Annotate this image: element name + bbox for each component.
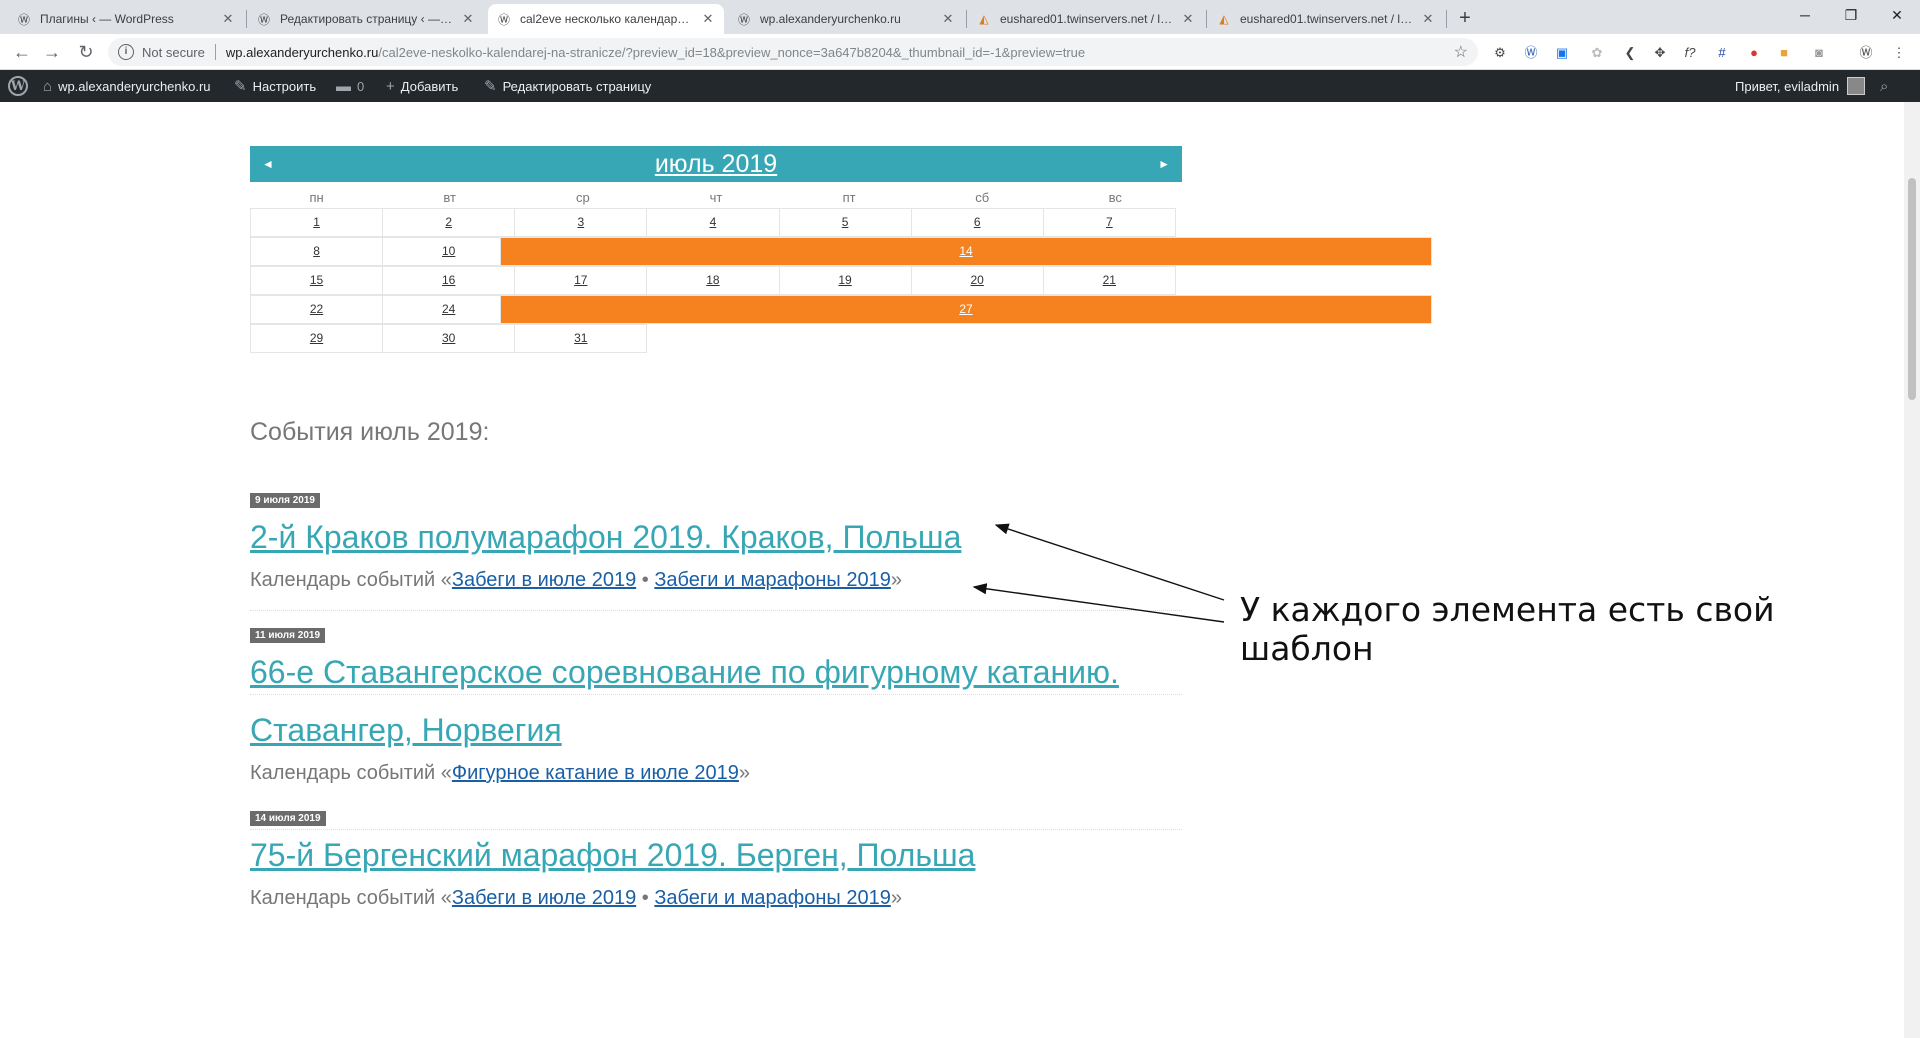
add-new-label: Добавить	[400, 78, 459, 94]
avatar	[1847, 77, 1866, 95]
close-window-icon[interactable]: ✕	[1874, 0, 1920, 30]
new-tab-button[interactable]: +	[1452, 6, 1478, 32]
minimize-icon[interactable]: ─	[1782, 0, 1828, 30]
browser-tab[interactable]: ◭ eushared01.twinservers.net / localhost ✕	[968, 4, 1204, 34]
scrollbar-thumb[interactable]	[1908, 178, 1916, 400]
info-icon[interactable]: i	[118, 44, 134, 60]
wordpress-icon: Ⓦ	[737, 12, 750, 27]
add-new-link[interactable]: + Добавить	[386, 70, 458, 102]
arrow-to-categories	[972, 583, 1225, 623]
wordpress-icon: Ⓦ	[497, 12, 510, 27]
customize-link[interactable]: ✎ Настроить	[234, 70, 316, 102]
address-divider	[214, 44, 216, 60]
maximize-icon[interactable]: ❐	[1828, 0, 1874, 30]
bookmark-star-icon[interactable]: ☆	[1454, 42, 1468, 62]
extension-function-icon[interactable]: f?	[1681, 44, 1699, 62]
browser-tab[interactable]: ◭ eushared01.twinservers.net / localhost ✕	[1208, 4, 1444, 34]
extension-grid-icon[interactable]: #	[1713, 44, 1731, 62]
plus-icon: +	[386, 77, 395, 95]
security-label: Not secure	[142, 44, 205, 60]
forward-icon[interactable]: →	[40, 40, 64, 64]
tab-close-icon[interactable]: ✕	[940, 11, 956, 27]
extension-camera-icon[interactable]: ◙	[1810, 44, 1828, 62]
comments-link[interactable]: ▬ 0	[336, 70, 364, 102]
tab-strip: Ⓦ Плагины ‹ — WordPress ✕ Ⓦ Редактировать ст…	[0, 0, 1920, 34]
wordpress-icon: Ⓦ	[17, 12, 30, 27]
tab-separator	[1206, 10, 1207, 28]
extension-s-icon[interactable]: ●	[1745, 44, 1763, 62]
browser-tab[interactable]: Ⓦ Плагины ‹ — WordPress ✕	[8, 4, 244, 34]
extension-wordpress-icon[interactable]: Ⓦ	[1857, 44, 1875, 62]
browser-tab[interactable]: Ⓦwp.alexanderyurchenko.ru ✕	[728, 4, 964, 34]
wp-admin-bar: W ⌂ wp.alexanderyurchenko.ru ✎ Настроить…	[0, 70, 1920, 102]
account-menu[interactable]: Привет, eviladmin	[1735, 70, 1866, 102]
brush-icon: ✎	[234, 78, 247, 95]
site-name-link[interactable]: ⌂ wp.alexanderyurchenko.ru	[43, 70, 211, 102]
edit-page-link[interactable]: ✎ Редактировать страницу	[484, 70, 651, 102]
site-name-label: wp.alexanderyurchenko.ru	[58, 78, 211, 94]
phpmyadmin-icon: ◭	[979, 12, 989, 26]
extension-move-icon[interactable]: ✥	[1651, 44, 1669, 62]
wp-logo-button[interactable]: W	[8, 70, 28, 102]
tab-title: Редактировать страницу ‹ — WordPress	[280, 12, 454, 26]
browser-tab[interactable]: Ⓦcal2eve несколько календарей на страниц…	[488, 4, 724, 34]
annotation-arrows	[972, 523, 1225, 623]
phpmyadmin-icon: ◭	[1219, 12, 1229, 26]
page-scrollbar[interactable]	[1904, 102, 1920, 1038]
tab-close-icon[interactable]: ✕	[220, 11, 236, 27]
tab-title: eushared01.twinservers.net / localhost	[1000, 12, 1174, 26]
comment-icon: ▬	[336, 77, 351, 95]
back-icon[interactable]: ←	[10, 40, 34, 64]
tab-title: cal2eve несколько календарей на странице	[520, 12, 694, 26]
tab-title: eushared01.twinservers.net / localhost	[1240, 12, 1414, 26]
tab-close-icon[interactable]: ✕	[1180, 11, 1196, 27]
wordpress-logo-icon: W	[8, 76, 28, 96]
tab-close-icon[interactable]: ✕	[700, 11, 716, 27]
page-content: ◄ июль 2019 ► пнвтсрчтптсбвс 12345678910…	[0, 102, 1904, 1038]
tab-separator	[1446, 10, 1447, 28]
wordpress-icon: Ⓦ	[257, 12, 270, 27]
edit-page-label: Редактировать страницу	[502, 78, 652, 94]
url-host: wp.alexanderyurchenko.ru	[225, 44, 379, 60]
greeting-label: Привет, eviladmin	[1735, 78, 1840, 94]
tab-close-icon[interactable]: ✕	[1420, 11, 1436, 27]
extension-gear-icon[interactable]: ⚙	[1491, 44, 1509, 62]
customize-label: Настроить	[252, 78, 317, 94]
tab-close-icon[interactable]: ✕	[460, 11, 476, 27]
tab-title: wp.alexanderyurchenko.ru	[760, 12, 901, 26]
browser-tab[interactable]: Ⓦ Редактировать страницу ‹ — WordPress ✕	[248, 4, 484, 34]
extension-color-icon[interactable]: ■	[1775, 44, 1793, 62]
tab-title: Плагины ‹ — WordPress	[40, 12, 174, 26]
extension-chevron-icon[interactable]: ❮	[1621, 44, 1639, 62]
tab-separator	[246, 10, 247, 28]
browser-toolbar: ← → ↻ i Not secure wp.alexanderyurchenko…	[0, 34, 1920, 70]
comments-count: 0	[357, 78, 365, 94]
reload-icon[interactable]: ↻	[74, 40, 98, 64]
address-bar[interactable]: i Not secure wp.alexanderyurchenko.ru /c…	[108, 38, 1478, 66]
extension-puzzle-icon[interactable]: ✿	[1588, 44, 1606, 62]
admin-search-icon[interactable]: ⌕	[1880, 70, 1894, 102]
browser-menu-icon[interactable]: ⋮	[1890, 44, 1908, 62]
arrow-to-title	[994, 523, 1225, 601]
extension-w-icon[interactable]: Ⓦ	[1522, 44, 1540, 62]
pencil-icon: ✎	[484, 78, 497, 95]
tab-separator	[966, 10, 967, 28]
home-icon: ⌂	[43, 77, 53, 95]
extension-translate-icon[interactable]: ▣	[1553, 44, 1571, 62]
url-path: /cal2eve-neskolko-kalendarej-na-stranicz…	[378, 44, 1086, 60]
